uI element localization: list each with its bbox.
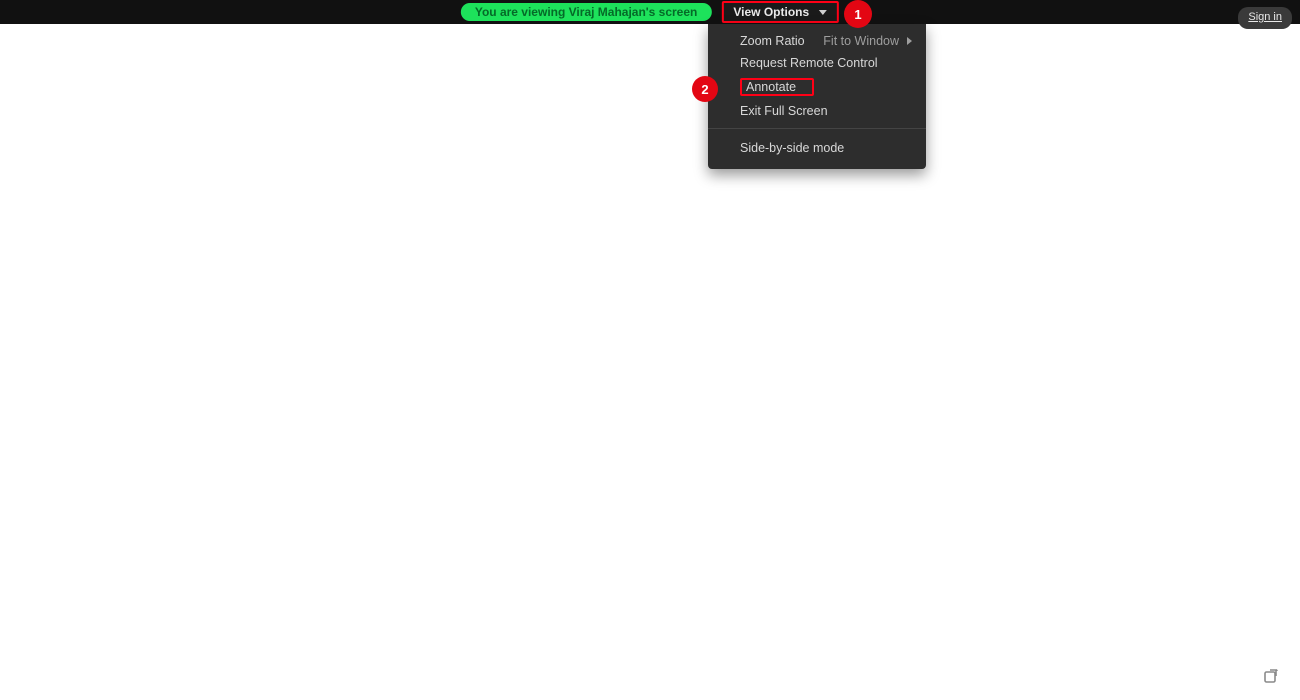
menu-item-label: Zoom Ratio — [740, 34, 805, 48]
annotation-badge-2: 2 — [692, 76, 718, 102]
view-options-label: View Options — [733, 5, 809, 19]
view-options-button[interactable]: View Options — [721, 1, 839, 23]
menu-item-zoom-ratio[interactable]: Zoom Ratio Fit to Window — [708, 30, 926, 52]
menu-item-value-group: Fit to Window — [823, 34, 912, 48]
new-window-icon[interactable] — [1264, 668, 1280, 684]
view-options-dropdown: Zoom Ratio Fit to Window Request Remote … — [708, 24, 926, 169]
menu-item-label: Request Remote Control — [740, 56, 878, 70]
menu-item-request-remote[interactable]: Request Remote Control — [708, 52, 926, 74]
sharing-banner: You are viewing Viraj Mahajan's screen — [461, 3, 712, 21]
zoom-ratio-value: Fit to Window — [823, 34, 899, 48]
top-bar: You are viewing Viraj Mahajan's screen V… — [0, 0, 1300, 24]
menu-item-label: Side-by-side mode — [740, 141, 844, 155]
menu-item-side-by-side[interactable]: Side-by-side mode — [708, 137, 926, 159]
banner-group: You are viewing Viraj Mahajan's screen V… — [461, 1, 839, 23]
annotate-highlight-box: Annotate — [740, 78, 814, 96]
menu-item-label: Annotate — [746, 80, 796, 94]
sign-in-button[interactable]: Sign in — [1238, 7, 1292, 29]
menu-item-exit-fullscreen[interactable]: Exit Full Screen — [708, 100, 926, 122]
menu-item-label: Exit Full Screen — [740, 104, 828, 118]
chevron-right-icon — [907, 37, 912, 45]
menu-item-annotate[interactable]: Annotate — [708, 74, 926, 100]
chevron-down-icon — [819, 10, 827, 15]
annotation-badge-1: 1 — [844, 0, 872, 28]
